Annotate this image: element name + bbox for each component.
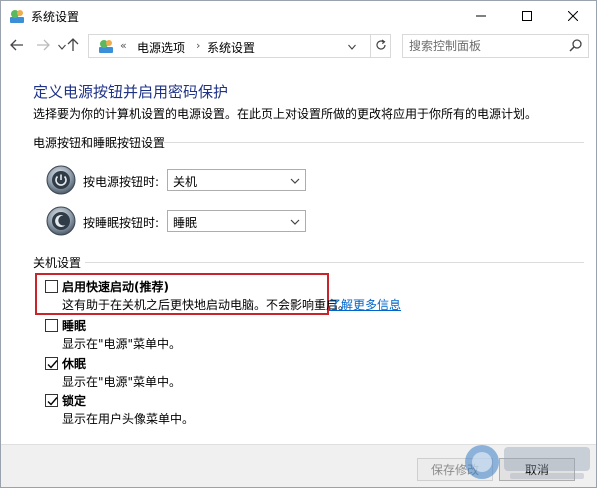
up-button[interactable] — [64, 37, 82, 55]
minimize-icon — [476, 11, 486, 21]
learn-more-link[interactable]: 了解更多信息 — [329, 296, 401, 313]
breadcrumb-system-settings[interactable]: 系统设置 — [207, 39, 255, 56]
power-buttons-section-header: 电源按钮和睡眠按钮设置 — [33, 136, 166, 150]
address-dropdown-button[interactable] — [343, 37, 361, 55]
sleep-button-icon — [46, 206, 76, 236]
fast-startup-description: 这有助于在关机之后更快地启动电脑。不会影响重启。 — [62, 298, 351, 312]
power-button-action-select[interactable]: 关机 — [167, 169, 306, 191]
chevron-down-icon — [290, 175, 300, 185]
control-panel-icon — [98, 38, 114, 54]
refresh-icon — [375, 39, 387, 54]
breadcrumb-power-options[interactable]: 电源选项 — [137, 39, 185, 56]
navigation-bar: « 电源选项 › 系统设置 — [1, 31, 596, 61]
system-settings-window: 系统设置 « 电源选项 › 系统设置 搜索控制面板 定义电源按钮并启用密码保护 … — [0, 0, 597, 488]
select-value: 关机 — [173, 175, 198, 189]
close-icon — [568, 11, 578, 21]
checkmark-icon — [47, 397, 58, 406]
sleep-button-label: 按睡眠按钮时: — [83, 216, 160, 230]
page-description: 选择要为你的计算机设置的电源设置。在此页上对设置所做的更改将应用于你所有的电源计… — [33, 107, 538, 121]
fast-startup-label[interactable]: 启用快速启动(推荐) — [62, 278, 169, 295]
hibernate-label[interactable]: 休眠 — [62, 355, 86, 372]
close-button[interactable] — [550, 1, 596, 31]
checkmark-icon — [47, 360, 58, 369]
search-input[interactable] — [409, 37, 559, 55]
sleep-description: 显示在"电源"菜单中。 — [62, 337, 182, 351]
back-arrow-icon — [10, 39, 24, 54]
section-divider — [85, 262, 584, 263]
title-bar[interactable]: 系统设置 — [1, 1, 596, 31]
control-panel-icon — [9, 8, 25, 24]
lock-label[interactable]: 锁定 — [62, 392, 86, 409]
refresh-button[interactable] — [370, 35, 391, 57]
select-value: 睡眠 — [173, 216, 198, 230]
section-divider — [164, 142, 584, 143]
power-button-label: 按电源按钮时: — [83, 175, 160, 189]
page-title: 定义电源按钮并启用密码保护 — [33, 83, 229, 101]
sleep-button-action-select[interactable]: 睡眠 — [167, 210, 306, 232]
address-bar[interactable]: « 电源选项 › 系统设置 — [88, 34, 391, 58]
power-button-icon — [46, 165, 76, 195]
chevron-down-icon — [290, 216, 300, 226]
forward-arrow-icon — [36, 39, 50, 54]
sleep-checkbox[interactable] — [45, 319, 58, 332]
lock-description: 显示在用户头像菜单中。 — [62, 412, 195, 426]
breadcrumb-separator[interactable]: › — [196, 39, 200, 52]
hibernate-description: 显示在"电源"菜单中。 — [62, 375, 182, 389]
hibernate-checkbox[interactable] — [45, 357, 58, 370]
search-box[interactable] — [402, 34, 589, 58]
site-logo-watermark — [454, 435, 595, 485]
window-title: 系统设置 — [31, 10, 80, 24]
up-arrow-icon — [67, 37, 79, 55]
shutdown-section-header: 关机设置 — [33, 256, 82, 270]
maximize-button[interactable] — [504, 1, 550, 31]
breadcrumb-overflow[interactable]: « — [120, 39, 127, 52]
maximize-icon — [522, 11, 532, 21]
back-button[interactable] — [8, 37, 26, 55]
sleep-label[interactable]: 睡眠 — [62, 317, 86, 334]
lock-checkbox[interactable] — [45, 394, 58, 407]
fast-startup-checkbox[interactable] — [45, 280, 58, 293]
forward-button[interactable] — [34, 37, 52, 55]
chevron-down-icon — [348, 39, 356, 53]
minimize-button[interactable] — [458, 1, 504, 31]
search-icon[interactable] — [568, 38, 584, 54]
